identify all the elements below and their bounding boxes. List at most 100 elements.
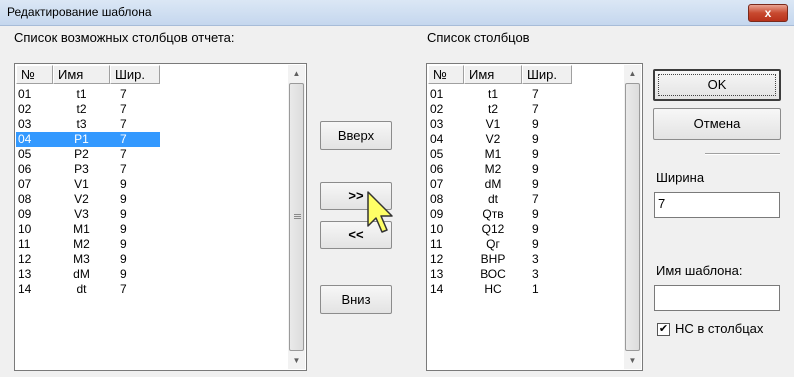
row-width: 9 [532,147,539,161]
row-width: 7 [120,132,127,146]
row-name: dM [484,177,502,191]
row-number: 08 [430,192,444,206]
row-width: 3 [532,252,539,266]
row-width: 9 [532,222,539,236]
list-row[interactable]: 05 M1 9 [428,147,572,162]
list-row[interactable]: 07 dM 9 [428,177,572,192]
close-button[interactable]: x [748,4,788,22]
row-name: M2 [73,237,90,251]
list-row[interactable]: 04 V2 9 [428,132,572,147]
list-row[interactable]: 14 НС 1 [428,282,572,297]
scroll-thumb[interactable] [289,83,304,351]
row-number: 05 [430,147,444,161]
row-name: t1 [487,87,498,101]
list-row[interactable]: 14 dt 7 [16,282,160,297]
hs-in-columns-checkbox[interactable]: ✔ [657,323,670,336]
template-name-input[interactable] [654,285,780,311]
list-row[interactable]: 04 P1 7 [16,132,160,147]
row-number: 11 [18,237,31,251]
row-name: Qг [486,237,500,251]
list-row[interactable]: 13 dM 9 [16,267,160,282]
report-columns-scrollbar[interactable]: ▲ ▼ [624,65,641,369]
list-row[interactable]: 11 Qг 9 [428,237,572,252]
row-number: 03 [18,117,32,131]
row-name: V1 [74,177,89,191]
list-row[interactable]: 03 V1 9 [428,117,572,132]
row-name: НС [484,282,502,296]
row-name: t3 [76,117,87,131]
window-title: Редактирование шаблона [7,5,152,19]
list-row[interactable]: 11 M2 9 [16,237,160,252]
list-row[interactable]: 12 ВНР 3 [428,252,572,267]
scroll-up-arrow-icon[interactable]: ▲ [624,65,641,82]
row-number: 05 [18,147,32,161]
scroll-up-arrow-icon[interactable]: ▲ [288,65,305,82]
list-row[interactable]: 01 t1 7 [16,87,160,102]
row-number: 12 [430,252,444,266]
list-row[interactable]: 01 t1 7 [428,87,572,102]
list-row[interactable]: 07 V1 9 [16,177,160,192]
ok-button[interactable]: OK [653,69,781,101]
row-width: 1 [532,282,539,296]
column-header-width[interactable]: Шир. [110,65,160,84]
row-number: 11 [430,237,443,251]
scroll-thumb[interactable] [625,83,640,351]
list-row[interactable]: 05 P2 7 [16,147,160,162]
list-row[interactable]: 10 M1 9 [16,222,160,237]
row-number: 04 [430,132,444,146]
row-width: 9 [120,207,127,221]
list-row[interactable]: 13 ВОС 3 [428,267,572,282]
row-name: dt [76,282,87,296]
list-row[interactable]: 02 t2 7 [16,102,160,117]
row-name: Qтв [482,207,504,221]
list-row[interactable]: 10 Q12 9 [428,222,572,237]
list-row[interactable]: 12 M3 9 [16,252,160,267]
list-row[interactable]: 06 M2 9 [428,162,572,177]
scroll-down-arrow-icon[interactable]: ▼ [288,352,305,369]
available-columns-list[interactable]: № Имя Шир. 01 t1 7 02 t2 7 03 t3 7 04 P1 7 05 P2 7 06 P3… [14,63,307,371]
row-number: 01 [18,87,32,101]
list-row[interactable]: 09 V3 9 [16,207,160,222]
available-columns-scrollbar[interactable]: ▲ ▼ [288,65,305,369]
column-header-name[interactable]: Имя [464,65,522,84]
template-editor-dialog: Редактирование шаблона x Список возможны… [0,0,794,377]
row-name: dt [487,192,498,206]
row-name: V1 [485,117,501,131]
title-bar: Редактирование шаблона x [0,0,794,26]
column-header-number[interactable]: № [428,65,464,84]
cancel-button[interactable]: Отмена [653,108,781,140]
width-label: Ширина [656,170,705,185]
report-columns-list[interactable]: № Имя Шир. 01 t1 7 02 t2 7 03 V1 9 04 V2 9 05 M1 9 06 M2… [426,63,643,371]
row-width: 7 [120,162,127,176]
list-row[interactable]: 08 V2 9 [16,192,160,207]
row-number: 09 [18,207,32,221]
column-header-width[interactable]: Шир. [522,65,572,84]
row-number: 04 [18,132,32,146]
row-name: ВОС [480,267,506,281]
move-up-button[interactable]: Вверх [320,121,392,150]
row-number: 07 [430,177,444,191]
row-width: 9 [120,222,127,236]
separator [705,153,780,155]
scroll-down-arrow-icon[interactable]: ▼ [624,352,641,369]
hs-in-columns-label[interactable]: НС в столбцах [675,321,763,336]
row-width: 9 [532,162,539,176]
column-header-number[interactable]: № [16,65,53,84]
row-number: 13 [430,267,444,281]
row-number: 12 [18,252,32,266]
row-name: ВНР [480,252,506,266]
row-width: 9 [532,177,539,191]
list-row[interactable]: 06 P3 7 [16,162,160,177]
row-width: 9 [532,117,539,131]
column-header-name[interactable]: Имя [53,65,110,84]
move-down-button[interactable]: Вниз [320,285,392,314]
list-row[interactable]: 08 dt 7 [428,192,572,207]
list-row[interactable]: 09 Qтв 9 [428,207,572,222]
report-columns-label: Список столбцов [427,30,530,45]
row-number: 06 [430,162,444,176]
row-name: M1 [73,222,90,236]
width-input[interactable]: 7 [654,192,780,218]
list-row[interactable]: 02 t2 7 [428,102,572,117]
list-row[interactable]: 03 t3 7 [16,117,160,132]
row-name: t2 [76,102,87,116]
